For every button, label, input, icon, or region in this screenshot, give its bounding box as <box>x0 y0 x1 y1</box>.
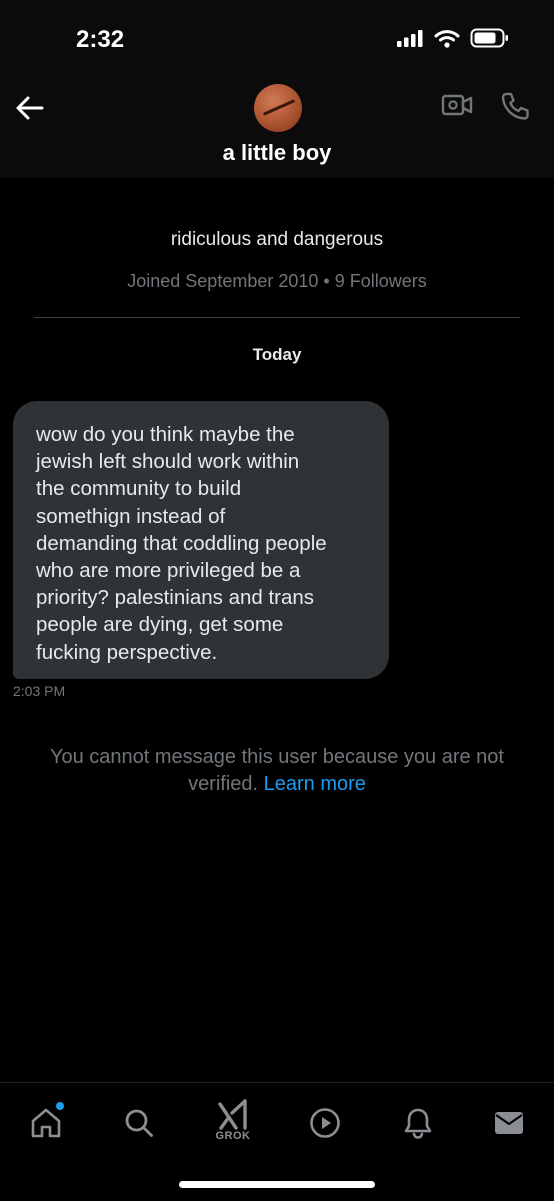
bell-icon <box>404 1108 432 1139</box>
day-separator: Today <box>252 345 302 364</box>
tab-notifications[interactable] <box>396 1101 440 1145</box>
play-icon <box>310 1108 340 1138</box>
notification-dot <box>56 1102 64 1110</box>
search-icon <box>125 1109 153 1137</box>
tab-search[interactable] <box>117 1101 161 1145</box>
contact-name[interactable]: a little boy <box>0 140 554 166</box>
back-button[interactable] <box>12 90 48 126</box>
profile-bio: ridiculous and dangerous <box>170 229 384 250</box>
video-call-button[interactable] <box>441 93 473 122</box>
grok-label: GROK <box>215 1130 251 1142</box>
tab-video[interactable] <box>303 1101 347 1145</box>
avatar[interactable] <box>254 84 302 132</box>
grok-icon <box>218 1099 247 1130</box>
phone-icon <box>501 92 529 120</box>
signal-icon <box>397 30 423 47</box>
back-arrow-icon <box>16 96 44 120</box>
mail-icon <box>495 1112 523 1134</box>
profile-meta: Joined September 2010 • 9 Followers <box>127 271 427 291</box>
verification-notice: You cannot message this user because you… <box>30 744 524 798</box>
message-bubble[interactable]: wow do you think maybe the jewish left s… <box>13 401 389 679</box>
battery-icon <box>470 28 508 48</box>
status-time: 2:32 <box>76 26 125 53</box>
home-indicator[interactable] <box>179 1181 375 1188</box>
divider <box>34 317 520 318</box>
status-icons <box>396 28 510 48</box>
phone-call-button[interactable] <box>500 91 530 126</box>
home-icon <box>31 1108 61 1138</box>
status-bar: 2:32 <box>0 0 554 76</box>
conversation-header: a little boy <box>0 76 554 178</box>
wifi-icon <box>434 29 460 48</box>
learn-more-link[interactable]: Learn more <box>264 773 366 795</box>
tab-messages[interactable] <box>487 1101 531 1145</box>
tab-home[interactable] <box>24 1101 68 1145</box>
message-timestamp: 2:03 PM <box>13 683 66 699</box>
video-call-icon <box>441 94 473 116</box>
